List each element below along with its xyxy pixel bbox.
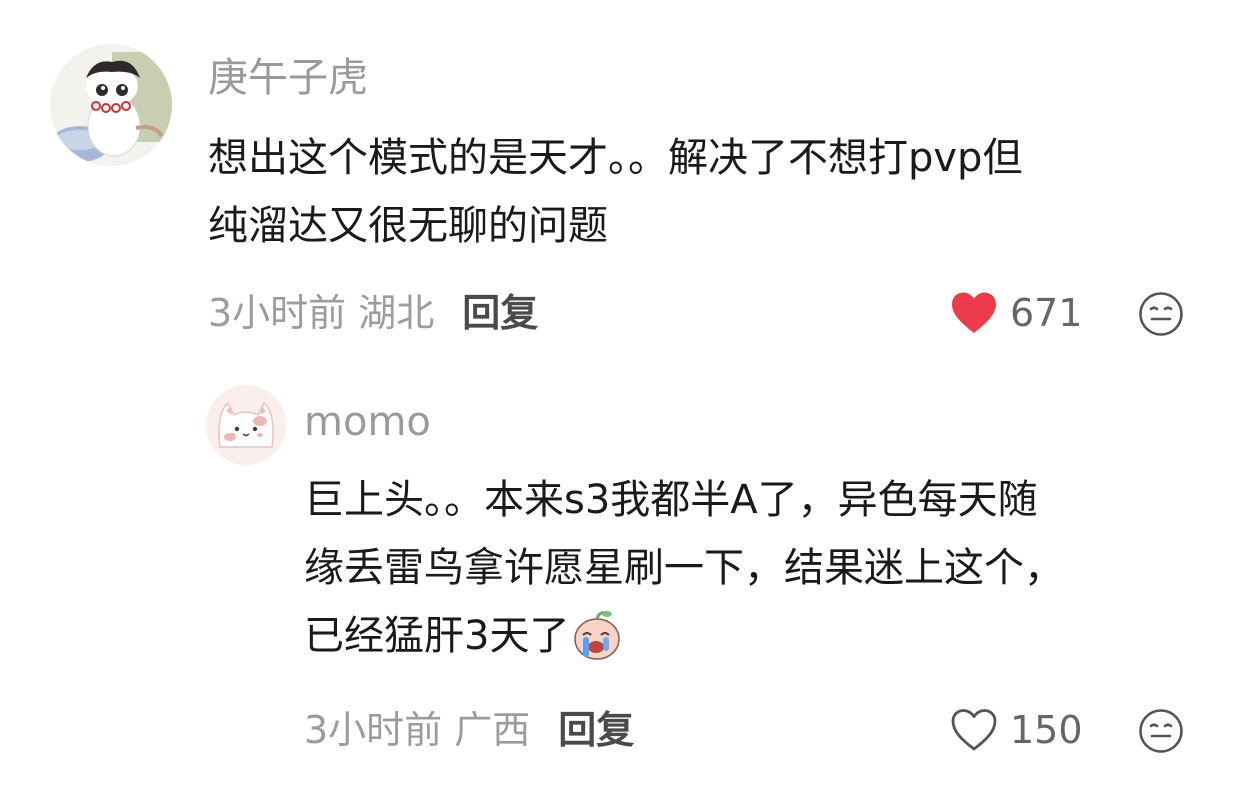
emoji-react-button[interactable] <box>1138 291 1184 337</box>
heart-outline-icon <box>951 709 997 751</box>
reply-time: 3小时前 <box>304 708 443 752</box>
comment-meta: 3小时前 湖北 回复 <box>208 288 538 338</box>
reply-text-line: 已经猛肝3天了 <box>304 613 570 659</box>
comment-username[interactable]: 庚午子虎 <box>208 54 368 102</box>
emoji-react-button[interactable] <box>1138 708 1184 754</box>
cat-avatar-image <box>206 385 286 465</box>
reply-button[interactable]: 回复 <box>558 708 634 752</box>
emoji-face-icon <box>1139 292 1183 336</box>
user-avatar[interactable] <box>50 44 172 166</box>
reply-location: 广西 <box>454 708 531 752</box>
crying-sticker <box>569 607 623 661</box>
reply-username[interactable]: momo <box>304 398 431 446</box>
reply-button[interactable]: 回复 <box>462 291 538 335</box>
comment-text: 想出这个模式的是天才。。解决了不想打pvp但 纯溜达又很无聊的问题 <box>208 124 1218 260</box>
reply-avatar[interactable] <box>206 385 286 465</box>
comment-text-line: 纯溜达又很无聊的问题 <box>208 203 608 249</box>
avatar-image <box>50 44 172 166</box>
comment-location: 湖北 <box>358 291 435 335</box>
reply-text-line: 巨上头。。本来s3我都半A了，异色每天随 <box>304 477 1038 523</box>
like-button[interactable]: 150 <box>950 705 1083 755</box>
emoji-face-icon <box>1139 709 1183 753</box>
comment-text-line: 想出这个模式的是天才。。解决了不想打pvp但 <box>208 135 1023 181</box>
heart-filled-icon <box>952 292 996 333</box>
like-count: 671 <box>1010 291 1083 335</box>
reply-text-line-with-sticker: 已经猛肝3天了 <box>304 602 1204 670</box>
comment-time: 3小时前 <box>208 291 347 335</box>
like-count: 150 <box>1010 708 1083 752</box>
like-button[interactable]: 671 <box>950 288 1083 338</box>
comment-thread: 庚午子虎 想出这个模式的是天才。。解决了不想打pvp但 纯溜达又很无聊的问题 3… <box>0 0 1253 805</box>
reply-meta: 3小时前 广西 回复 <box>304 705 634 755</box>
reply-text: 巨上头。。本来s3我都半A了，异色每天随 缘丢雷鸟拿许愿星刷一下，结果迷上这个，… <box>304 466 1204 670</box>
reply-text-line: 缘丢雷鸟拿许愿星刷一下，结果迷上这个， <box>304 545 1064 591</box>
